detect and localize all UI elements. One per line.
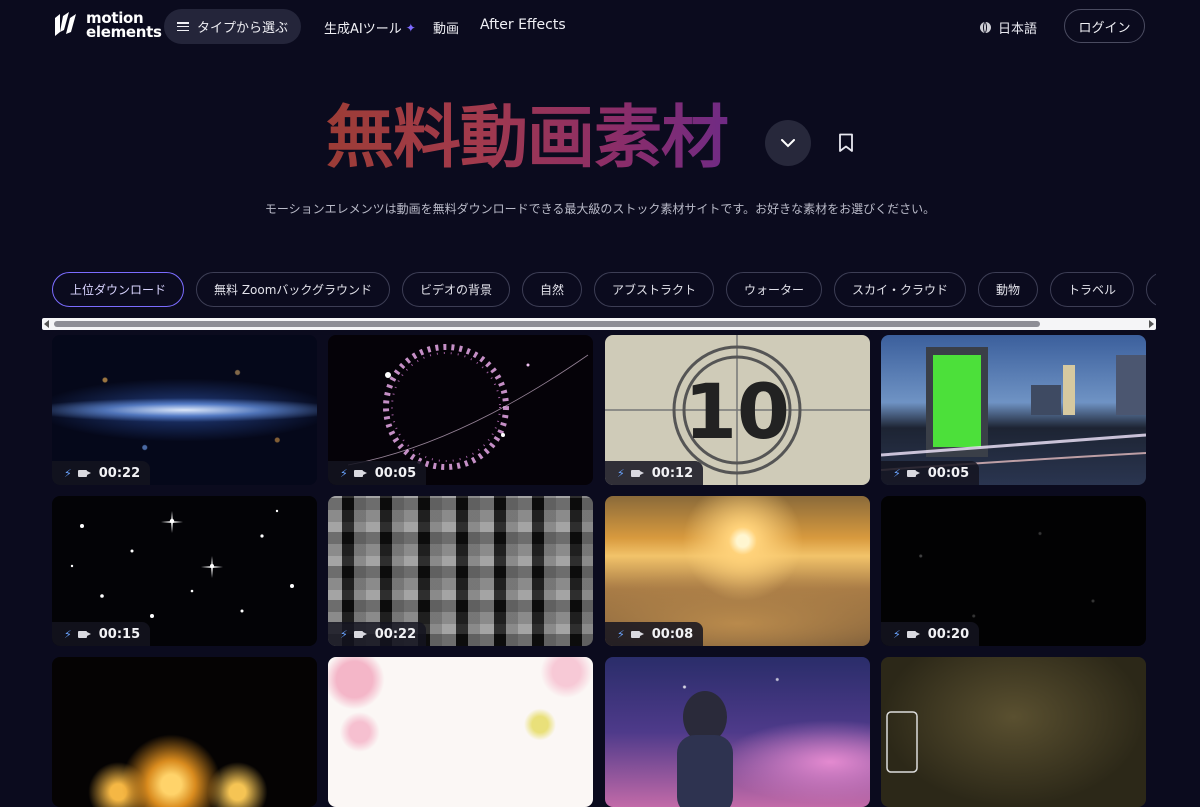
- lightning-icon: ⚡: [340, 627, 348, 641]
- browse-by-type-label: タイプから選ぶ: [196, 21, 288, 36]
- video-camera-icon: [630, 630, 644, 638]
- lightning-icon: ⚡: [64, 627, 72, 641]
- phone-graphic: [886, 711, 918, 773]
- video-card[interactable]: ⚡ 00:15: [52, 496, 317, 646]
- video-duration-badge: ⚡ 00:05: [881, 461, 980, 485]
- video-duration: 00:05: [927, 465, 970, 481]
- video-camera-icon: [906, 630, 920, 638]
- lightning-icon: ⚡: [340, 466, 348, 480]
- scrollbar-thumb[interactable]: [54, 321, 1040, 327]
- sparkle-icon: ✦: [405, 20, 416, 35]
- video-duration: 00:15: [98, 626, 141, 642]
- page-title: 無料動画素材: [326, 96, 750, 182]
- page-subtitle: モーションエレメンツは動画を無料ダウンロードできる最大級のストック素材サイトです…: [264, 202, 936, 216]
- lightning-icon: ⚡: [617, 466, 625, 480]
- category-chip-travel[interactable]: トラベル: [1050, 272, 1135, 307]
- video-camera-icon: [630, 469, 644, 477]
- category-chips: 上位ダウンロード 無料 Zoomバックグラウンド ビデオの背景 自然 アブストラ…: [52, 272, 1156, 308]
- category-chip-sky-clouds[interactable]: スカイ・クラウド: [834, 272, 967, 307]
- video-card[interactable]: ⚡ 00:22: [328, 496, 593, 646]
- bookmark-button[interactable]: [838, 133, 854, 157]
- video-duration-badge: ⚡ 00:05: [328, 461, 427, 485]
- video-duration: 00:08: [651, 626, 694, 642]
- video-duration-badge: ⚡ 00:12: [605, 461, 704, 485]
- video-duration-badge: ⚡ 00:22: [52, 461, 151, 485]
- video-duration-badge: ⚡ 00:20: [881, 622, 980, 646]
- nav-ai-tools-label: 生成AIツール: [324, 22, 402, 37]
- category-chip-animals[interactable]: 動物: [978, 272, 1039, 307]
- video-duration: 00:22: [98, 465, 141, 481]
- video-card[interactable]: [881, 657, 1146, 807]
- language-label: 日本語: [998, 22, 1038, 37]
- video-camera-icon: [77, 630, 91, 638]
- video-duration-badge: ⚡ 00:15: [52, 622, 151, 646]
- video-card[interactable]: [328, 657, 593, 807]
- category-chip-water[interactable]: ウォーター: [726, 272, 823, 307]
- logo-wordmark: motion elements: [86, 9, 162, 41]
- anime-character-graphic: [677, 691, 733, 807]
- video-duration: 00:12: [651, 465, 694, 481]
- globe-icon: [980, 22, 991, 33]
- browse-by-type-button[interactable]: タイプから選ぶ: [164, 9, 301, 44]
- motion-elements-logo[interactable]: motion elements: [52, 10, 162, 40]
- category-chip-top-downloads[interactable]: 上位ダウンロード: [52, 272, 185, 307]
- title-dropdown-button[interactable]: [765, 120, 811, 166]
- lightning-icon: ⚡: [64, 466, 72, 480]
- scroll-right-arrow-icon[interactable]: [1149, 320, 1154, 328]
- video-card[interactable]: 10 ⚡ 00:12: [605, 335, 870, 485]
- category-chip-video-backgrounds[interactable]: ビデオの背景: [401, 272, 510, 307]
- category-chip-cityscape[interactable]: 街並: [1146, 272, 1156, 307]
- category-chip-nature[interactable]: 自然: [521, 272, 582, 307]
- login-button[interactable]: ログイン: [1064, 9, 1145, 43]
- lightning-icon: ⚡: [893, 466, 901, 480]
- video-card[interactable]: ⚡ 00:05: [328, 335, 593, 485]
- video-card[interactable]: ⚡ 00:08: [605, 496, 870, 646]
- video-thumbnail: [52, 657, 317, 807]
- nav-video[interactable]: 動画: [433, 18, 459, 37]
- video-duration-badge: ⚡ 00:22: [328, 622, 427, 646]
- video-card[interactable]: [605, 657, 870, 807]
- video-duration: 00:05: [374, 465, 417, 481]
- video-camera-icon: [353, 630, 367, 638]
- nav-after-effects[interactable]: After Effects: [480, 17, 566, 33]
- video-card[interactable]: ⚡ 00:05: [881, 335, 1146, 485]
- scroll-left-arrow-icon[interactable]: [44, 320, 49, 328]
- video-thumbnail: [605, 657, 870, 807]
- language-selector[interactable]: 日本語: [980, 18, 1037, 37]
- category-chip-abstract[interactable]: アブストラクト: [593, 272, 714, 307]
- category-chip-zoom-backgrounds[interactable]: 無料 Zoomバックグラウンド: [196, 272, 390, 307]
- video-camera-icon: [77, 469, 91, 477]
- video-thumbnail: [328, 657, 593, 807]
- video-card[interactable]: ⚡ 00:22: [52, 335, 317, 485]
- video-thumbnail: [881, 657, 1146, 807]
- video-camera-icon: [353, 469, 367, 477]
- bookmark-icon: [839, 133, 853, 152]
- video-duration: 00:22: [374, 626, 417, 642]
- video-card[interactable]: ⚡ 00:20: [881, 496, 1146, 646]
- logo-mark-icon: [55, 12, 76, 36]
- video-card[interactable]: [52, 657, 317, 807]
- video-duration: 00:20: [927, 626, 970, 642]
- lightning-icon: ⚡: [617, 627, 625, 641]
- category-scrollbar[interactable]: [42, 318, 1156, 330]
- countdown-number: 10: [684, 367, 790, 456]
- site-header: motion elements タイプから選ぶ 生成AIツール ✦ 動画 Aft…: [0, 0, 1200, 54]
- video-duration-badge: ⚡ 00:08: [605, 622, 704, 646]
- hamburger-icon: [176, 22, 189, 31]
- video-camera-icon: [906, 469, 920, 477]
- nav-ai-tools[interactable]: 生成AIツール ✦: [324, 18, 416, 38]
- lightning-icon: ⚡: [893, 627, 901, 641]
- chevron-down-icon: [781, 138, 795, 147]
